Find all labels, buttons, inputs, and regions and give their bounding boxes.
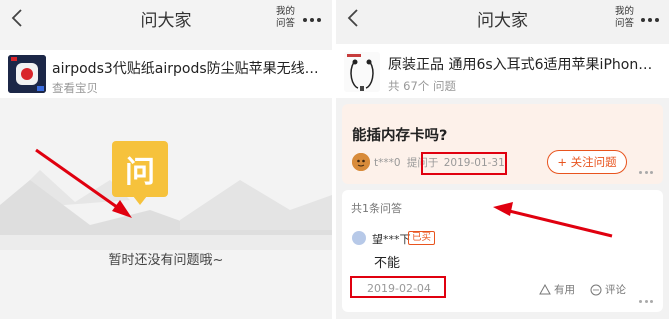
useful-button[interactable]: 有用 xyxy=(539,282,575,297)
my-qa-line1: 我的 xyxy=(276,6,296,17)
my-qa-button[interactable]: 我的 问答 xyxy=(615,6,634,29)
annotation-box-asked-date xyxy=(421,152,507,175)
more-dots-icon[interactable] xyxy=(641,7,663,27)
comment-button[interactable]: 评论 xyxy=(590,282,626,297)
left-navbar: 问大家 我的 问答 xyxy=(0,0,332,38)
more-dots-icon[interactable] xyxy=(639,288,657,303)
right-navbar: 问大家 我的 问答 xyxy=(336,0,669,38)
answerer-avatar xyxy=(352,231,366,245)
my-qa-line1: 我的 xyxy=(615,6,635,17)
purchased-badge: 已买 xyxy=(408,231,436,245)
question-empty-icon: 问 xyxy=(112,141,168,197)
asker-name: t***0 xyxy=(374,157,401,169)
my-qa-button[interactable]: 我的 问答 xyxy=(276,6,295,29)
my-qa-line2: 问答 xyxy=(615,17,635,29)
comment-bubble-icon xyxy=(590,284,602,295)
warning-triangle-icon xyxy=(539,284,551,295)
product-card[interactable]: airpods3代贴纸airpods防尘贴苹果无线蓝牙耳机... 查看宝贝 xyxy=(0,50,332,98)
my-qa-line2: 问答 xyxy=(276,17,296,29)
screenshot-root: 问大家 我的 问答 airpods3代贴纸airpods防尘贴苹果无线蓝牙耳机.… xyxy=(0,0,669,319)
view-product-link[interactable]: 查看宝贝 xyxy=(52,80,98,96)
left-screen: 问大家 我的 问答 airpods3代贴纸airpods防尘贴苹果无线蓝牙耳机.… xyxy=(0,0,332,319)
question-count: 共 67个 问题 xyxy=(388,79,456,93)
comment-label: 评论 xyxy=(605,284,626,296)
answer-count: 共1条问答 xyxy=(351,202,402,215)
product-card[interactable]: 原装正品 通用6s入耳式6适用苹果iPhone... 共 67个 问题 xyxy=(336,44,669,98)
product-name: 原装正品 通用6s入耳式6适用苹果iPhone... xyxy=(388,57,656,73)
bubble-tail xyxy=(133,196,147,205)
asker-avatar xyxy=(352,153,370,171)
product-name: airpods3代贴纸airpods防尘贴苹果无线蓝牙耳机... xyxy=(52,61,324,77)
more-dots-icon[interactable] xyxy=(639,159,657,174)
more-dots-icon[interactable] xyxy=(303,7,325,27)
answer-text: 不能 xyxy=(374,256,401,271)
useful-label: 有用 xyxy=(554,284,575,296)
product-thumbnail xyxy=(344,52,380,92)
annotation-box-answer-date xyxy=(350,276,446,298)
question-char: 问 xyxy=(125,155,155,190)
empty-message: 暂时还没有问题哦~ xyxy=(108,253,224,268)
question-title: 能插内存卡吗? xyxy=(352,128,448,144)
follow-question-button[interactable]: + 关注问题 xyxy=(547,150,627,174)
product-thumbnail xyxy=(8,55,46,93)
answerer-name: 望***下 xyxy=(372,233,411,246)
